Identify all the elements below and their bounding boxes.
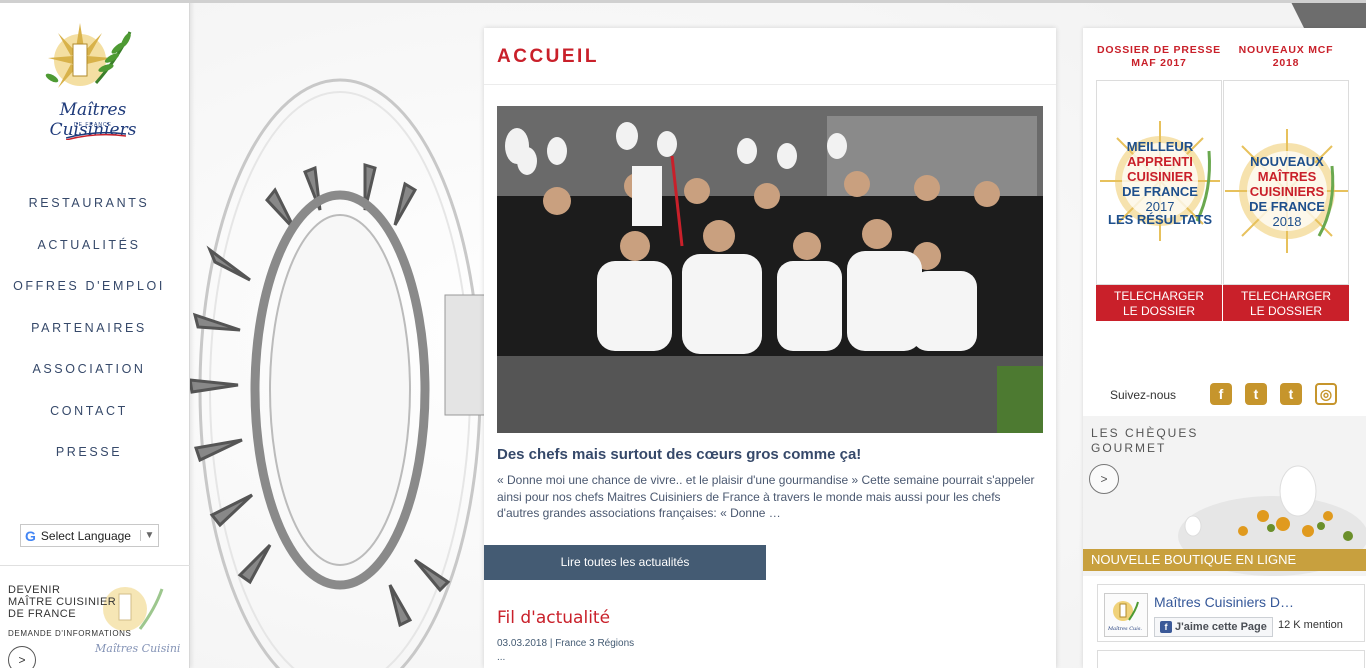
read-all-news-button[interactable]: Lire toutes les actualités (484, 545, 766, 580)
nav-association[interactable]: ASSOCIATION (0, 356, 178, 398)
follow-us-label: Suivez-nous (1110, 388, 1177, 402)
promo-dossier-presse: DOSSIER DE PRESSE MAF 2017 MEILLEUR APPR… (1096, 44, 1222, 321)
tumblr-icon[interactable]: t (1280, 383, 1302, 405)
facebook-small-icon: f (1160, 621, 1172, 634)
page-title: ACCUEIL (497, 46, 599, 67)
featured-photo[interactable] (497, 106, 1043, 433)
devenir-title: DEVENIR MAÎTRE CUISINIER DE FRANCE (8, 584, 117, 620)
svg-text:Maîtres Cuis.: Maîtres Cuis. (1107, 625, 1142, 632)
right-panel: DOSSIER DE PRESSE MAF 2017 MEILLEUR APPR… (1083, 28, 1366, 668)
facebook-icon[interactable]: f (1210, 383, 1232, 405)
article-excerpt: « Donne moi une chance de vivre.. et le … (497, 473, 1035, 520)
mcf-2018-badge[interactable]: NOUVEAUX MAÎTRES CUISINIERS DE FRANCE 20… (1223, 80, 1349, 285)
facebook-post-preview[interactable] (1097, 650, 1365, 668)
tricolor-swoosh-icon (66, 131, 126, 140)
download-dossier-mcf-button[interactable]: TELECHARGER LE DOSSIER (1223, 285, 1349, 321)
cheques-gourmet-banner[interactable]: LES CHÈQUES GOURMET > NOUVELLE BOUTIQUE … (1083, 416, 1366, 576)
mcf-badge-line-4: DE FRANCE (1249, 199, 1325, 214)
title-divider (484, 84, 1056, 85)
promo-dossier-presse-title: DOSSIER DE PRESSE MAF 2017 (1097, 44, 1221, 69)
facebook-like-count: 12 K mention (1278, 619, 1343, 631)
dropdown-arrow-icon: ▼ (140, 530, 158, 541)
cheques-gourmet-title: LES CHÈQUES GOURMET (1091, 426, 1199, 455)
download-dossier-maf-button[interactable]: TELECHARGER LE DOSSIER (1096, 285, 1222, 321)
logo-emblem-icon (45, 23, 132, 88)
logo-subtitle: DE FRANCE (74, 122, 112, 128)
maf-badge-line-3: CUISINIER (1127, 169, 1193, 184)
site-logo[interactable]: Maîtres Cuisiniers DE FRANCE (18, 18, 168, 148)
twitter-icon[interactable]: t (1245, 383, 1267, 405)
maf-badge-line-2: APPRENTI (1127, 154, 1193, 169)
language-selector-label: Select Language (40, 528, 131, 543)
maf-2017-badge[interactable]: MEILLEUR APPRENTI CUISINIER DE FRANCE 20… (1096, 80, 1222, 285)
main-content: ACCUEIL Des chefs mais surtout des cœurs… (484, 28, 1056, 668)
svg-text:Maîtres Cuisiniers: Maîtres Cuisiniers (94, 642, 180, 655)
promo-nouveaux-mcf-title: NOUVEAUX MCF 2018 (1238, 44, 1334, 69)
nav-presse[interactable]: PRESSE (0, 439, 178, 481)
chefs-group-photo-icon (497, 106, 1043, 433)
facebook-page-avatar[interactable]: Maîtres Cuis. (1104, 593, 1148, 637)
boutique-en-ligne-band[interactable]: NOUVELLE BOUTIQUE EN LIGNE (1083, 549, 1366, 571)
article-headline[interactable]: Des chefs mais surtout des cœurs gros co… (497, 446, 861, 463)
google-icon: G (25, 527, 36, 544)
facebook-like-label: J'aime cette Page (1175, 621, 1267, 633)
main-navigation: RESTAURANTS ACTUALITÉS OFFRES D'EMPLOI P… (0, 190, 178, 481)
promo-nouveaux-mcf: NOUVEAUX MCF 2018 NOUVEAUX MAÎTRES CUISI… (1223, 44, 1349, 321)
facebook-page-name[interactable]: Maîtres Cuisiniers D… (1154, 594, 1294, 610)
news-feed-meta[interactable]: 03.03.2018 | France 3 Régions (497, 638, 634, 649)
facebook-page-widget: Maîtres Cuis. Maîtres Cuisiniers D… f J'a… (1097, 584, 1365, 642)
devenir-arrow-button[interactable]: > (8, 646, 36, 668)
mcf-mini-logo-icon: Maîtres Cuis. (1107, 601, 1142, 632)
mcf-badge-line-1: NOUVEAUX (1250, 154, 1324, 169)
maf-badge-line-6: LES RÉSULTATS (1108, 212, 1212, 227)
nav-partenaires[interactable]: PARTENAIRES (0, 315, 178, 357)
top-border (0, 0, 1366, 3)
mcf-badge-line-5: 2018 (1272, 214, 1302, 229)
sidebar: Maîtres Cuisiniers DE FRANCE RESTAURANTS… (0, 0, 190, 668)
devenir-promo[interactable]: Maîtres Cuisiniers DEVENIR MAÎTRE CUISIN… (0, 565, 190, 668)
nav-contact[interactable]: CONTACT (0, 398, 178, 440)
news-feed-title: Fil d'actualité (497, 608, 611, 628)
language-selector[interactable]: G Select Language ▼ (20, 524, 159, 547)
mcf-badge-line-3: CUISINIERS (1249, 184, 1325, 199)
nav-offres-emploi[interactable]: OFFRES D'EMPLOI (0, 273, 178, 315)
facebook-like-button[interactable]: f J'aime cette Page (1154, 617, 1273, 637)
demande-informations-link[interactable]: DEMANDE D'INFORMATIONS (8, 629, 131, 638)
maf-badge-line-1: MEILLEUR (1126, 139, 1194, 154)
nav-restaurants[interactable]: RESTAURANTS (0, 190, 178, 232)
news-feed-ellipsis: ... (497, 652, 506, 663)
mcf-badge-line-2: MAÎTRES (1257, 169, 1317, 184)
nav-actualites[interactable]: ACTUALITÉS (0, 232, 178, 274)
instagram-icon[interactable]: ◎ (1315, 383, 1337, 405)
cheques-arrow-button[interactable]: > (1089, 464, 1119, 494)
maf-badge-line-4: DE FRANCE (1122, 184, 1198, 199)
